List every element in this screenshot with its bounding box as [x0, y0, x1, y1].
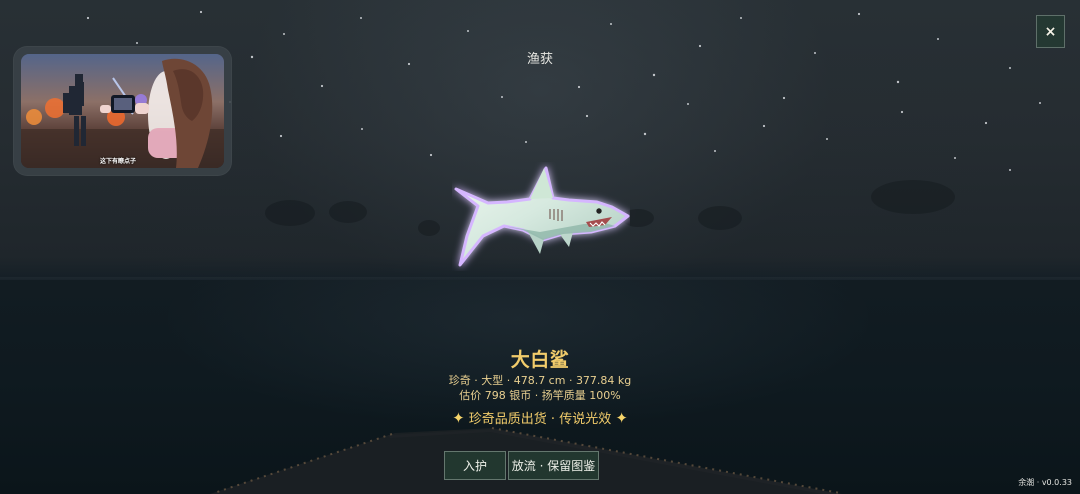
fish-name: 大白鲨	[510, 349, 570, 371]
video-scene-art	[21, 54, 224, 168]
screen-title: 渔获	[526, 52, 553, 67]
fish-details-line-2: 估价 798 银币 · 扬竿质量 100%	[459, 389, 621, 402]
game-scene: 这下有瞭点子 渔获 × 大白鲨 珍奇 · 大型 · 478.7 cm · 377…	[0, 0, 1080, 494]
keep-button[interactable]: 入护	[444, 451, 506, 480]
rarity-line: ✦ 珍奇品质出货 · 传说光效 ✦	[0, 410, 1080, 428]
rarity-label: 珍奇品质出货 · 传说光效	[468, 412, 612, 427]
shark-icon	[454, 166, 630, 267]
catch-info: 大白鲨 珍奇 · 大型 · 478.7 cm · 377.84 kg 估价 79…	[0, 347, 1080, 428]
video-caption: 这下有瞭点子	[100, 158, 137, 165]
close-button[interactable]: ×	[1036, 15, 1065, 48]
catch-actions: 入护 放流 · 保留图鉴	[444, 451, 599, 480]
close-icon[interactable]: ×	[1045, 25, 1057, 39]
release-button[interactable]: 放流 · 保留图鉴	[508, 451, 599, 480]
version-label: 余潮 · v0.0.33	[1018, 478, 1072, 487]
sparkle-icon: ✦	[452, 409, 465, 427]
video-preview[interactable]: 这下有瞭点子	[21, 54, 224, 168]
fish-details-line-1: 珍奇 · 大型 · 478.7 cm · 377.84 kg	[448, 374, 632, 387]
sparkle-icon: ✦	[615, 409, 628, 427]
